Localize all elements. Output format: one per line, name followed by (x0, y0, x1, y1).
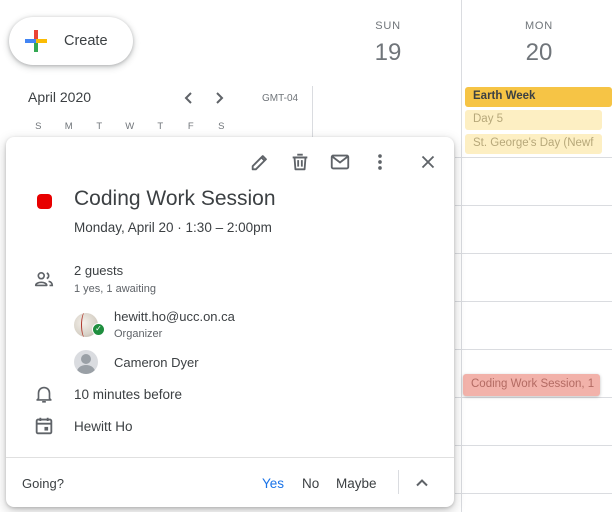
rsvp-separator (398, 470, 399, 494)
hour-line (455, 349, 612, 350)
day-header-sunday[interactable]: SUN 19 (358, 20, 418, 67)
edit-icon[interactable] (249, 151, 271, 173)
plus-multicolor-icon (25, 30, 47, 52)
hour-line (455, 253, 612, 254)
mini-calendar-month: April 2020 (28, 89, 92, 105)
next-month-icon[interactable] (209, 88, 229, 108)
day-name: MON (524, 20, 554, 32)
event-title: Coding Work Session (74, 187, 276, 210)
close-icon[interactable] (417, 151, 439, 173)
more-options-icon[interactable] (369, 151, 391, 173)
calendar-owner: Hewitt Ho (74, 419, 133, 434)
day-header-monday[interactable]: MON 20 (509, 20, 569, 67)
hour-line (455, 157, 612, 158)
rsvp-maybe-button[interactable]: Maybe (336, 476, 377, 491)
day-number: 19 (374, 39, 402, 66)
event-details-popup: Coding Work Session Monday, April 20 · 1… (6, 137, 454, 507)
weekday-label: S (218, 121, 225, 132)
timed-event-chip[interactable]: Coding Work Session, 1 (463, 374, 600, 396)
hour-line (455, 205, 612, 206)
email-icon[interactable] (329, 151, 351, 173)
hour-line (455, 397, 612, 398)
mini-calendar-weekdays: S M T W T F S (23, 121, 237, 132)
weekday-label: T (96, 121, 103, 132)
hour-line (455, 445, 612, 446)
avatar (74, 350, 98, 374)
timezone-label: GMT-04 (262, 93, 299, 104)
day-number: 20 (525, 39, 553, 66)
weekday-label: S (35, 121, 42, 132)
rsvp-no-button[interactable]: No (302, 476, 319, 491)
hour-line (455, 301, 612, 302)
guest-rsvp-summary: 1 yes, 1 awaiting (74, 283, 156, 295)
guest-role: Organizer (114, 328, 163, 340)
guest-name[interactable]: Cameron Dyer (114, 355, 199, 370)
create-button[interactable]: Create (9, 17, 133, 65)
all-day-event[interactable]: St. George's Day (Newf (465, 134, 602, 154)
all-day-event[interactable]: Earth Week (465, 87, 612, 107)
hour-line (455, 493, 612, 494)
all-day-event[interactable]: Day 5 (465, 110, 602, 130)
guest-count: 2 guests (74, 263, 124, 278)
popup-divider (6, 457, 454, 458)
delete-icon[interactable] (289, 151, 311, 173)
weekday-label: W (125, 121, 135, 132)
create-label: Create (64, 33, 108, 49)
guest-email[interactable]: hewitt.ho@ucc.on.ca (114, 309, 235, 324)
rsvp-prompt: Going? (22, 476, 64, 491)
event-date-time: Monday, April 20 · 1:30 – 2:00pm (74, 220, 272, 235)
reminder-text: 10 minutes before (74, 387, 183, 402)
day-name: SUN (375, 20, 401, 32)
weekday-label: T (157, 121, 164, 132)
rsvp-yes-button[interactable]: Yes (262, 476, 284, 491)
weekday-label: M (64, 121, 73, 132)
chevron-up-icon[interactable] (412, 473, 432, 493)
grid-divider (461, 0, 462, 512)
weekday-label: F (187, 121, 194, 132)
bell-icon (33, 383, 55, 405)
previous-month-icon[interactable] (179, 88, 199, 108)
calendar-icon (33, 415, 55, 437)
people-icon (33, 268, 55, 290)
event-color-swatch (37, 194, 52, 209)
accepted-check-icon: ✓ (92, 323, 105, 336)
